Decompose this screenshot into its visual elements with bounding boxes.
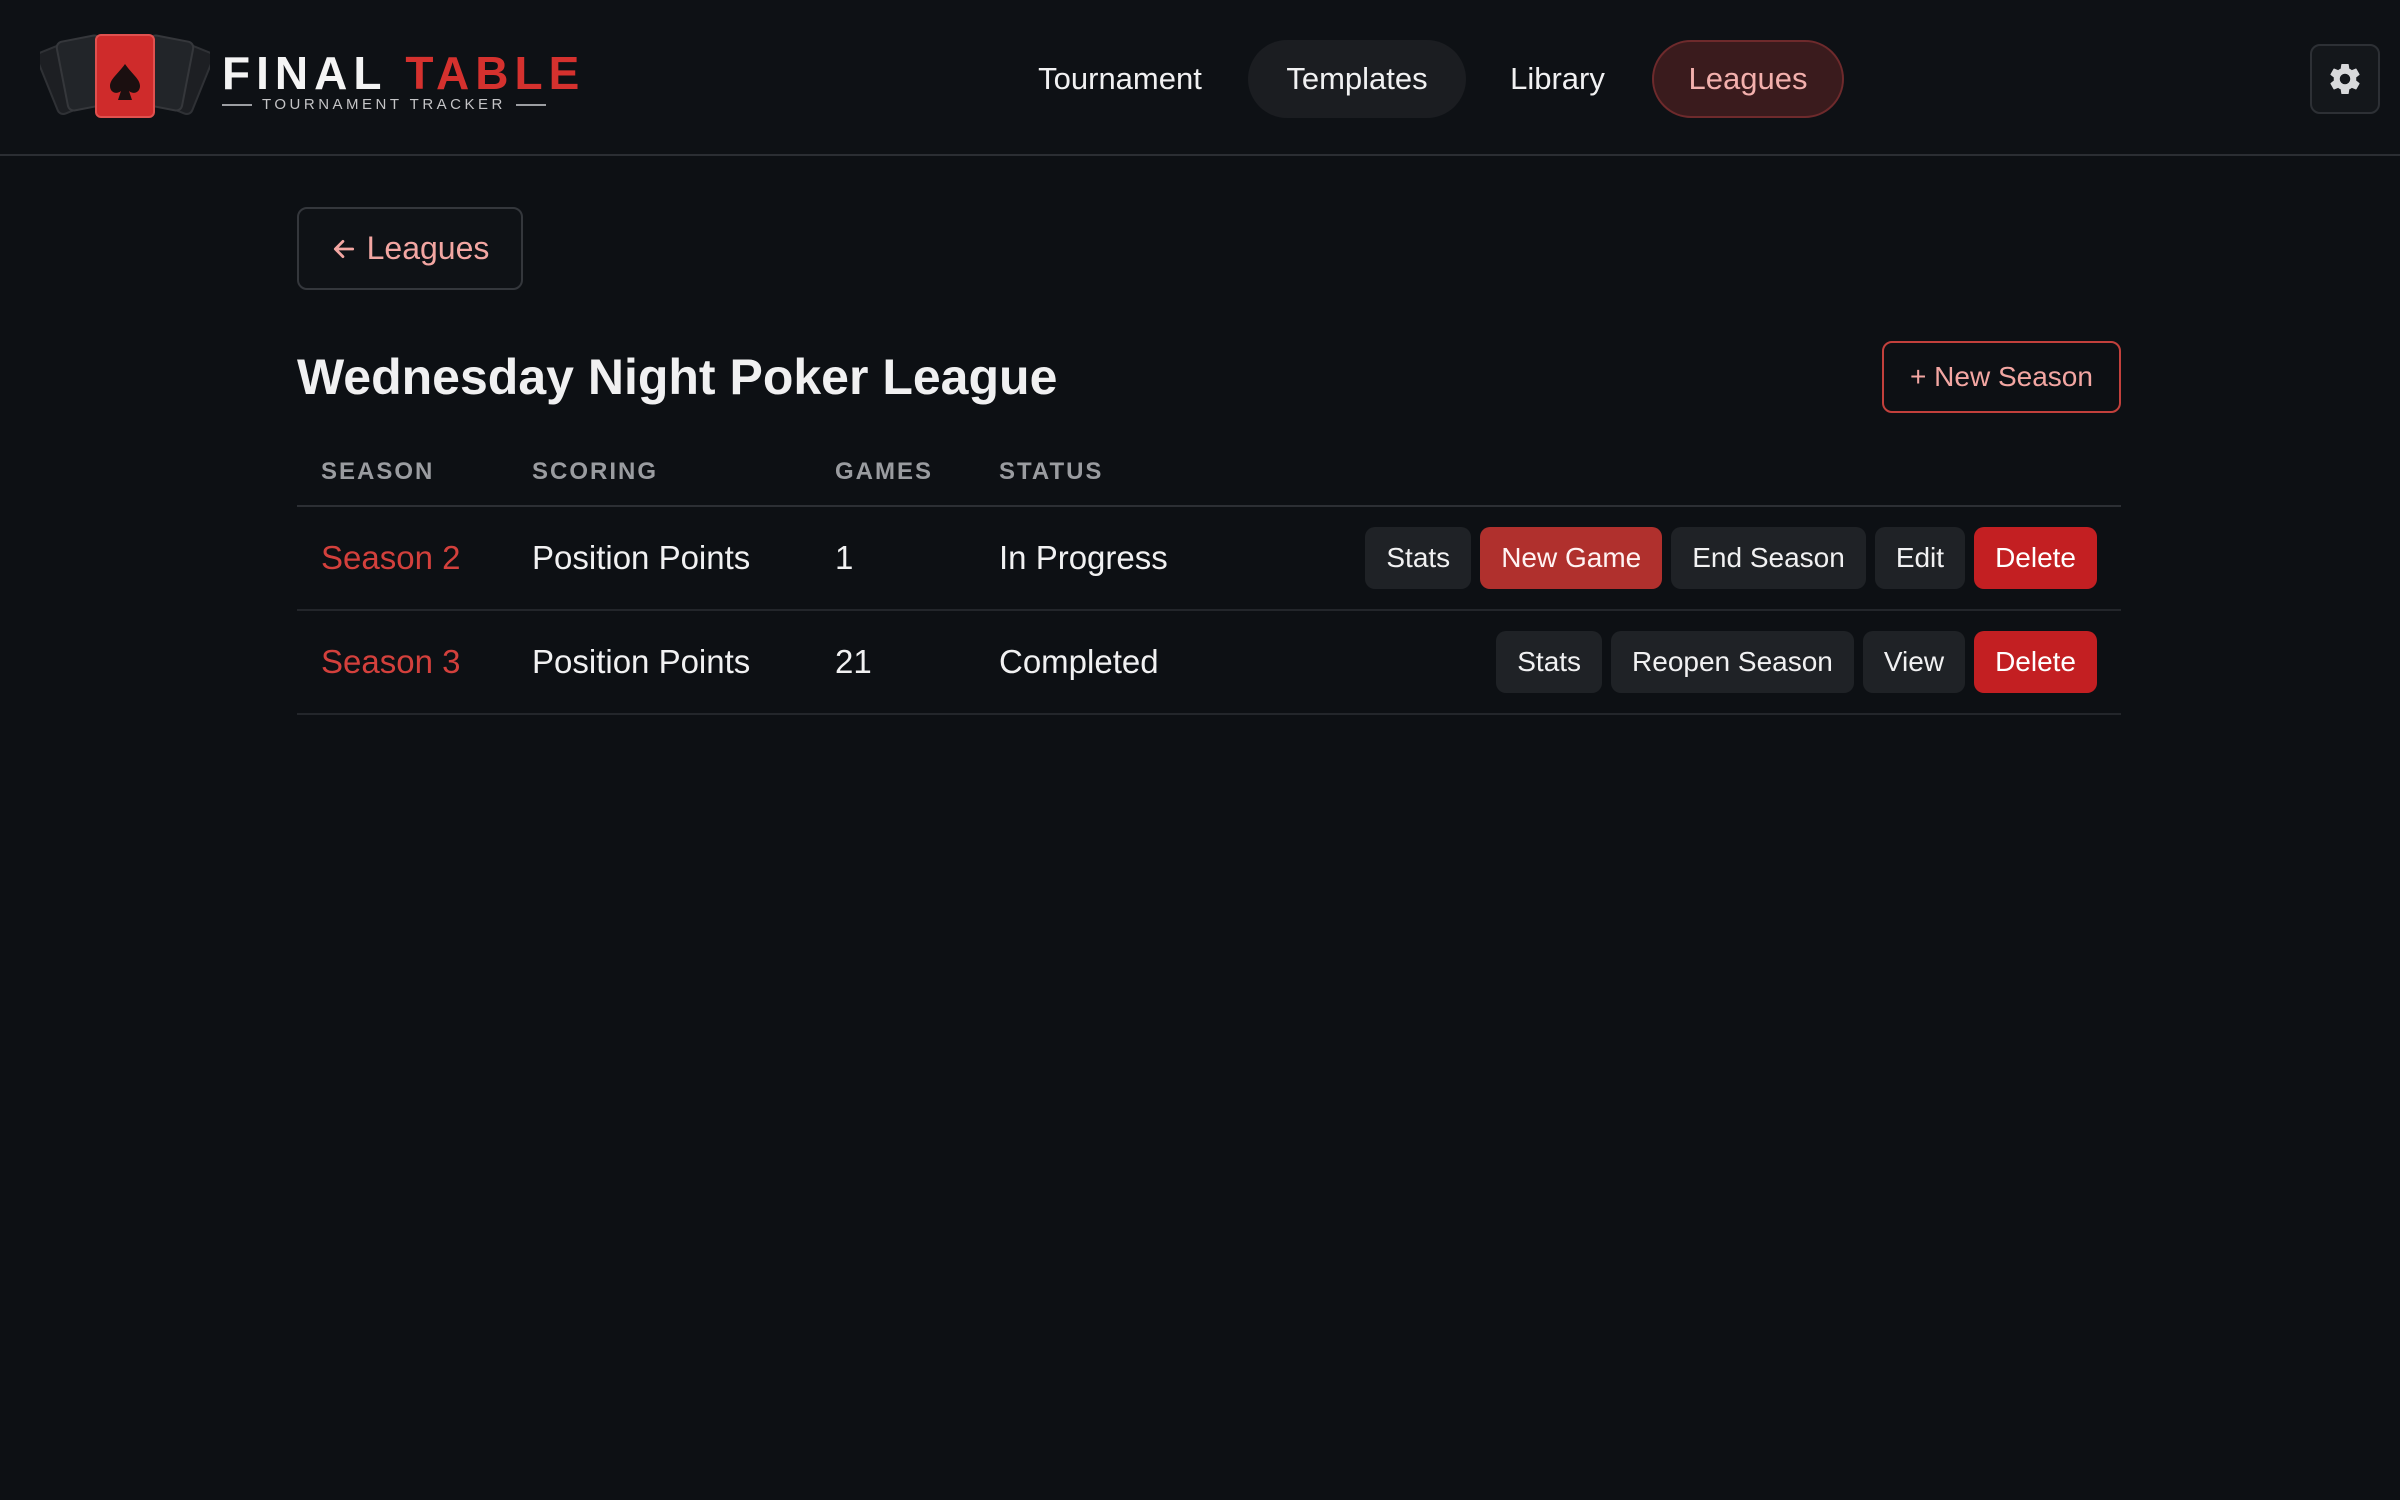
nav-templates[interactable]: Templates: [1248, 40, 1466, 118]
table-row: Season 2 Position Points 1 In Progress S…: [297, 507, 2121, 611]
page-title: Wednesday Night Poker League: [297, 349, 1058, 405]
brand-subtitle-text: TOURNAMENT TRACKER: [262, 96, 506, 113]
new-season-button[interactable]: + New Season: [1882, 341, 2121, 413]
brand-title: FINAL TABLE: [222, 46, 585, 100]
spade-cards-icon: [40, 34, 210, 118]
back-button-label: Leagues: [366, 230, 490, 266]
reopen-season-button[interactable]: Reopen Season: [1611, 631, 1854, 693]
scoring-cell: Position Points: [532, 539, 751, 576]
subtitle-rule-right: [515, 103, 546, 106]
edit-button[interactable]: Edit: [1874, 527, 1966, 589]
column-header-status: STATUS: [999, 458, 1104, 485]
column-header-season: SEASON: [321, 458, 435, 485]
delete-button[interactable]: Delete: [1974, 631, 2097, 693]
back-to-leagues-button[interactable]: Leagues: [297, 207, 523, 290]
status-cell: Completed: [999, 643, 1159, 680]
table-row: Season 3 Position Points 21 Completed St…: [297, 611, 2121, 715]
brand-word-table: TABLE: [405, 47, 586, 99]
end-season-button[interactable]: End Season: [1671, 527, 1866, 589]
season-link[interactable]: Season 2: [321, 507, 460, 609]
stats-button[interactable]: Stats: [1365, 527, 1472, 589]
settings-button[interactable]: [2310, 44, 2380, 114]
view-button[interactable]: View: [1862, 631, 1966, 693]
subtitle-rule-left: [222, 103, 252, 106]
gear-icon: [2330, 63, 2360, 94]
top-bar: FINAL TABLE TOURNAMENT TRACKER Tournamen…: [0, 0, 2400, 156]
row-actions: Stats Reopen Season View Delete: [1496, 631, 2097, 693]
brand-subtitle: TOURNAMENT TRACKER: [222, 96, 546, 113]
games-cell: 21: [835, 643, 872, 680]
delete-button[interactable]: Delete: [1974, 527, 2097, 589]
new-game-button[interactable]: New Game: [1480, 527, 1663, 589]
games-cell: 1: [835, 539, 854, 576]
nav-tournament[interactable]: Tournament: [1020, 40, 1220, 118]
scoring-cell: Position Points: [532, 643, 751, 680]
nav-library[interactable]: Library: [1495, 40, 1620, 118]
row-actions: Stats New Game End Season Edit Delete: [1365, 527, 2097, 589]
nav-leagues[interactable]: Leagues: [1652, 40, 1844, 118]
arrow-left-icon: [333, 239, 354, 258]
brand-word-final: FINAL: [222, 47, 387, 99]
app-logo[interactable]: FINAL TABLE TOURNAMENT TRACKER: [40, 30, 579, 130]
status-cell: In Progress: [999, 539, 1168, 576]
stats-button[interactable]: Stats: [1496, 631, 1603, 693]
column-header-scoring: SCORING: [532, 458, 659, 485]
column-header-games: GAMES: [835, 458, 934, 485]
season-link[interactable]: Season 3: [321, 611, 460, 713]
